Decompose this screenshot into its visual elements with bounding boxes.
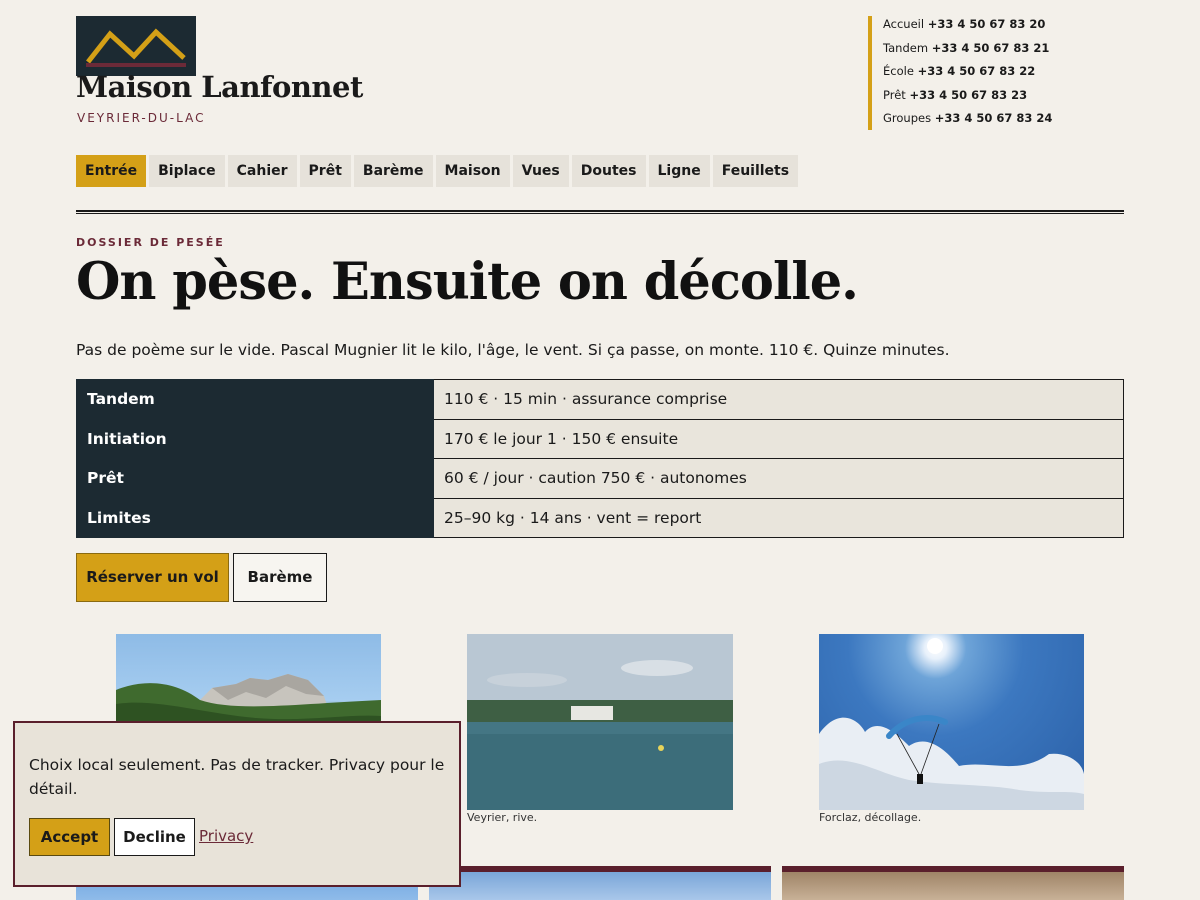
contact-row-pret[interactable]: Prêt +33 4 50 67 83 23 bbox=[883, 87, 1052, 111]
nav-item-vues[interactable]: Vues bbox=[512, 155, 569, 187]
contact-number[interactable]: +33 4 50 67 83 20 bbox=[928, 17, 1046, 31]
nav-item-maison[interactable]: Maison bbox=[435, 155, 510, 187]
contact-list: Accueil +33 4 50 67 83 20 Tandem +33 4 5… bbox=[868, 16, 1052, 130]
contact-number[interactable]: +33 4 50 67 83 24 bbox=[935, 111, 1053, 125]
site-subtitle: VEYRIER-DU-LAC bbox=[77, 111, 206, 125]
table-row: Initiation 170 € le jour 1 · 150 € ensui… bbox=[76, 418, 1124, 459]
contact-label: Groupes bbox=[883, 111, 932, 125]
pricing-value: 25–90 kg · 14 ans · vent = report bbox=[433, 497, 1124, 538]
cookie-decline-button[interactable]: Decline bbox=[114, 818, 195, 856]
pricing-value: 60 € / jour · caution 750 € · autonomes bbox=[433, 458, 1124, 499]
photo-caption: Veyrier, rive. bbox=[467, 811, 538, 824]
contact-row-accueil[interactable]: Accueil +33 4 50 67 83 20 bbox=[883, 16, 1052, 40]
pricing-key: Prêt bbox=[76, 458, 434, 499]
table-row: Prêt 60 € / jour · caution 750 € · auton… bbox=[76, 458, 1124, 499]
nav-item-cahier[interactable]: Cahier bbox=[227, 155, 297, 187]
contact-label: Accueil bbox=[883, 17, 925, 31]
main-nav: Entrée Biplace Cahier Prêt Barème Maison… bbox=[76, 155, 799, 187]
contact-label: Tandem bbox=[883, 40, 929, 55]
pricing-key: Tandem bbox=[76, 379, 434, 420]
contact-label: Prêt bbox=[883, 87, 906, 102]
photo-caption: Forclaz, décollage. bbox=[819, 811, 922, 824]
pricing-key: Initiation bbox=[76, 418, 434, 459]
lede-text: Pas de poème sur le vide. Pascal Mugnier… bbox=[76, 341, 950, 359]
nav-item-ligne[interactable]: Ligne bbox=[648, 155, 710, 187]
photo-card[interactable] bbox=[782, 866, 1124, 900]
lake-photo-image bbox=[467, 634, 733, 810]
book-flight-button[interactable]: Réserver un vol bbox=[76, 553, 229, 602]
contact-number[interactable]: +33 4 50 67 83 23 bbox=[909, 88, 1027, 102]
pricing-table: Tandem 110 € · 15 min · assurance compri… bbox=[76, 379, 1124, 538]
cookie-banner: Choix local seulement. Pas de tracker. P… bbox=[13, 721, 461, 887]
photo-paraglider[interactable] bbox=[819, 634, 1084, 810]
nav-item-biplace[interactable]: Biplace bbox=[149, 155, 225, 187]
nav-item-doutes[interactable]: Doutes bbox=[571, 155, 646, 187]
page-headline: On pèse. Ensuite on décolle. bbox=[76, 252, 859, 312]
pricing-value: 110 € · 15 min · assurance comprise bbox=[433, 379, 1124, 420]
contact-row-ecole[interactable]: École +33 4 50 67 83 22 bbox=[883, 63, 1052, 87]
section-divider bbox=[76, 210, 1124, 214]
table-row: Tandem 110 € · 15 min · assurance compri… bbox=[76, 379, 1124, 420]
contact-number[interactable]: +33 4 50 67 83 21 bbox=[932, 41, 1050, 55]
cookie-accept-button[interactable]: Accept bbox=[29, 818, 110, 856]
nav-item-pret[interactable]: Prêt bbox=[299, 155, 351, 187]
nav-item-entree[interactable]: Entrée bbox=[76, 155, 147, 187]
contact-number[interactable]: +33 4 50 67 83 22 bbox=[918, 64, 1036, 78]
table-row: Limites 25–90 kg · 14 ans · vent = repor… bbox=[76, 497, 1124, 538]
photo-lake-shore[interactable] bbox=[467, 634, 733, 810]
contact-row-groupes[interactable]: Groupes +33 4 50 67 83 24 bbox=[883, 110, 1052, 134]
site-title[interactable]: Maison Lanfonnet bbox=[76, 70, 363, 104]
privacy-link[interactable]: Privacy bbox=[199, 827, 253, 845]
mountain-logo-icon bbox=[86, 28, 186, 67]
pricing-value: 170 € le jour 1 · 150 € ensuite bbox=[433, 418, 1124, 459]
photo-card[interactable] bbox=[429, 866, 771, 900]
pricing-button[interactable]: Barème bbox=[233, 553, 327, 602]
contact-row-tandem[interactable]: Tandem +33 4 50 67 83 21 bbox=[883, 40, 1052, 64]
nav-item-feuillets[interactable]: Feuillets bbox=[712, 155, 799, 187]
cookie-text: Choix local seulement. Pas de tracker. P… bbox=[29, 756, 445, 798]
pricing-key: Limites bbox=[76, 497, 434, 538]
eyebrow-label: DOSSIER DE PESÉE bbox=[76, 236, 225, 249]
site-logo[interactable] bbox=[76, 16, 196, 76]
nav-item-bareme[interactable]: Barème bbox=[353, 155, 433, 187]
paraglider-photo-image bbox=[819, 638, 1084, 810]
contact-label: École bbox=[883, 64, 914, 78]
